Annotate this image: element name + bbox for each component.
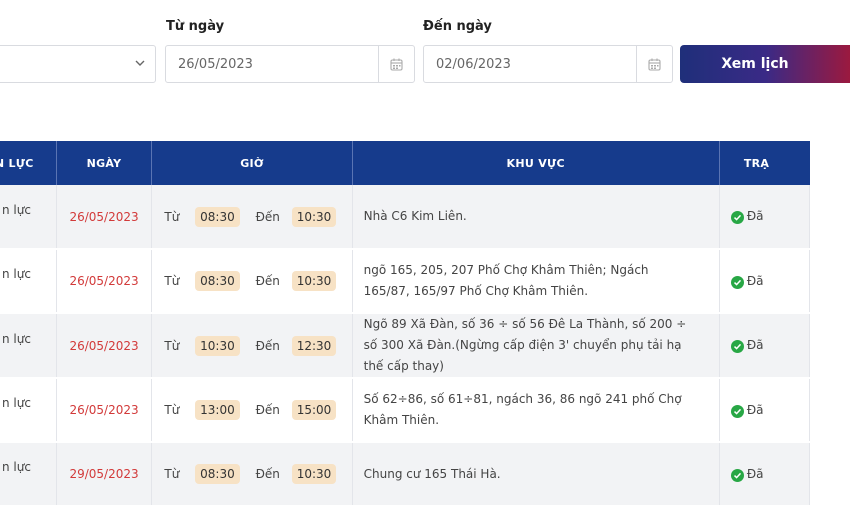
outage-schedule-table: ỆN LỰC NGÀY GIỜ KHU VỰC TRẠ n lực 26/05/…: [0, 141, 811, 507]
to-date-value: 02/06/2023: [436, 57, 511, 72]
end-time: 10:30: [291, 464, 337, 484]
from-word: Từ: [164, 209, 180, 224]
check-circle-icon: [730, 340, 744, 353]
end-time: 10:30: [291, 271, 337, 291]
end-time: 10:30: [291, 206, 337, 227]
from-date-value: 26/05/2023: [178, 57, 253, 72]
cell-status: Đã: [719, 313, 811, 379]
start-time: 13:00: [195, 400, 240, 420]
table-header-row: ỆN LỰC NGÀY GIỜ KHU VỰC TRẠ: [0, 141, 810, 185]
cell-date: 26/05/2023: [56, 185, 153, 250]
check-circle-icon: [730, 468, 744, 482]
unit-text: n lực: [2, 267, 31, 281]
from-word: Từ: [164, 274, 180, 288]
end-time: 12:30: [291, 335, 337, 356]
check-circle-icon: [730, 404, 744, 418]
table-row: n lực 26/05/2023 Từ 08:30 Đến 10:30 Nhà …: [0, 185, 811, 250]
to-date-field[interactable]: 02/06/2023: [423, 45, 673, 83]
start-time: 08:30: [195, 206, 240, 227]
cell-time: Từ 08:30 Đến 10:30: [151, 442, 353, 507]
from-date-field[interactable]: 26/05/2023: [165, 45, 415, 83]
status-text: Đã: [746, 466, 764, 481]
header-area: KHU VỰC: [352, 141, 720, 185]
from-word: Từ: [164, 338, 180, 353]
cell-time: Từ 10:30 Đến 12:30: [151, 313, 353, 379]
table-row: n lực 26/05/2023 Từ 08:30 Đến 10:30 ngõ …: [0, 249, 811, 314]
cell-time: Từ 08:30 Đến 10:30: [151, 185, 353, 250]
header-unit: ỆN LỰC: [0, 141, 57, 185]
unit-select[interactable]: a: [0, 45, 156, 83]
cell-unit: n lực: [0, 442, 57, 507]
from-date-label: Từ ngày: [166, 19, 225, 34]
cell-unit: n lực: [0, 185, 57, 250]
cell-date: 26/05/2023: [56, 313, 153, 379]
cell-time: Từ 08:30 Đến 10:30: [151, 249, 353, 314]
unit-text: n lực: [2, 460, 31, 474]
to-word: Đến: [255, 274, 280, 288]
table-row: n lực 26/05/2023 Từ 13:00 Đến 15:00 Số 6…: [0, 378, 811, 443]
view-schedule-button[interactable]: Xem lịch: [680, 45, 850, 83]
start-time: 08:30: [195, 271, 240, 291]
calendar-icon[interactable]: [636, 46, 672, 82]
status-text: Đã: [746, 338, 764, 352]
end-time: 15:00: [291, 400, 337, 420]
cell-status: Đã: [719, 442, 811, 507]
to-word: Đến: [255, 403, 280, 417]
unit-text: n lực: [2, 396, 31, 410]
cell-status: Đã: [719, 249, 811, 314]
unit-text: n lực: [2, 202, 31, 217]
from-word: Từ: [164, 467, 180, 481]
cell-area: Số 62÷86, số 61÷81, ngách 36, 86 ngõ 241…: [352, 378, 720, 443]
unit-text: n lực: [2, 331, 31, 346]
status-text: Đã: [746, 209, 764, 223]
cell-date: 26/05/2023: [56, 249, 153, 314]
cell-status: Đã: [719, 378, 811, 443]
table-row: n lực 26/05/2023 Từ 10:30 Đến 12:30 Ngõ …: [0, 313, 811, 379]
cell-area: Ngõ 89 Xã Đàn, số 36 ÷ số 56 Đê La Thành…: [352, 313, 720, 379]
header-date: NGÀY: [56, 141, 153, 185]
header-status: TRẠ: [719, 141, 810, 185]
to-word: Đến: [255, 209, 280, 224]
cell-status: Đã: [719, 185, 811, 250]
cell-area: Nhà C6 Kim Liên.: [352, 185, 720, 250]
cell-area: Chung cư 165 Thái Hà.: [352, 442, 720, 507]
check-circle-icon: [730, 211, 744, 224]
cell-unit: n lực: [0, 313, 57, 379]
cell-unit: n lực: [0, 249, 57, 314]
chevron-down-icon: [133, 56, 147, 70]
cell-date: 26/05/2023: [56, 378, 153, 443]
check-circle-icon: [730, 275, 744, 289]
cell-unit: n lực: [0, 378, 57, 443]
cell-area: ngõ 165, 205, 207 Phố Chợ Khâm Thiên; Ng…: [352, 249, 720, 314]
cell-time: Từ 13:00 Đến 15:00: [151, 378, 353, 443]
header-time: GIỜ: [151, 141, 353, 185]
calendar-icon[interactable]: [378, 46, 414, 82]
to-date-label: Đến ngày: [423, 19, 492, 34]
to-word: Đến: [255, 338, 280, 353]
to-word: Đến: [255, 467, 280, 481]
cell-date: 29/05/2023: [56, 442, 153, 507]
table-row: n lực 29/05/2023 Từ 08:30 Đến 10:30 Chun…: [0, 442, 811, 507]
status-text: Đã: [746, 402, 764, 417]
status-text: Đã: [746, 273, 764, 288]
from-word: Từ: [164, 403, 180, 417]
unit-select-value: a: [0, 57, 1, 72]
start-time: 10:30: [195, 335, 240, 356]
start-time: 08:30: [195, 464, 240, 484]
